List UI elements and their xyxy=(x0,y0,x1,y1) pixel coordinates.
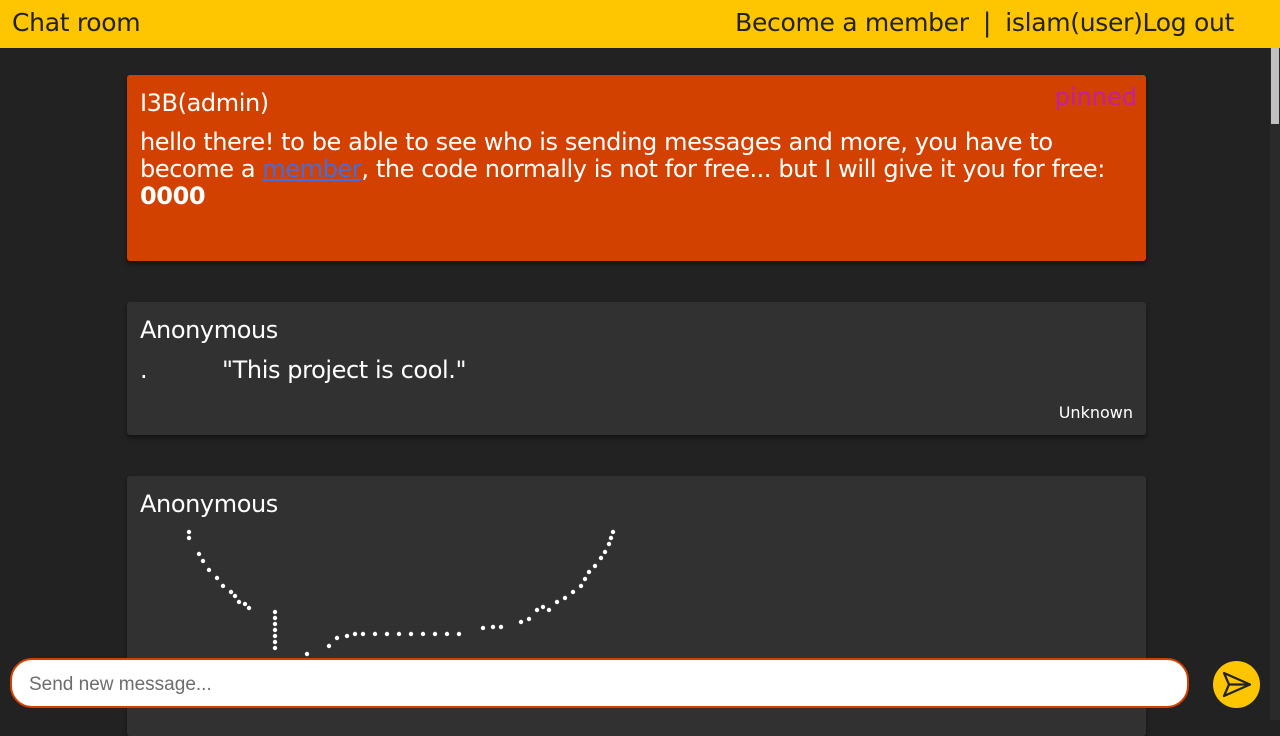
header-actions: Become a member | islam(user) Log out xyxy=(735,8,1234,37)
art-dot xyxy=(384,631,390,637)
art-dot xyxy=(432,631,438,637)
scrollbar[interactable] xyxy=(1270,48,1280,720)
art-dot xyxy=(396,631,402,637)
art-dot xyxy=(610,529,616,535)
art-dot xyxy=(540,604,546,610)
art-dot xyxy=(562,595,568,601)
art-dot xyxy=(480,625,486,631)
message-author: Anonymous xyxy=(140,316,278,344)
message-prefix: . xyxy=(140,356,148,384)
app-title: Chat room xyxy=(12,8,141,37)
art-dot xyxy=(602,549,608,555)
become-member-link[interactable]: Become a member xyxy=(735,8,969,37)
art-dot xyxy=(570,589,576,595)
art-dot xyxy=(326,643,332,649)
art-dot xyxy=(518,619,524,625)
art-dot xyxy=(408,631,414,637)
art-dot xyxy=(352,631,358,637)
art-dot xyxy=(420,631,426,637)
message-text: hello there! to be able to see who is se… xyxy=(140,129,1133,210)
header-separator: | xyxy=(982,7,992,38)
art-dot xyxy=(360,631,366,637)
art-dot xyxy=(214,575,220,581)
art-dot xyxy=(546,607,552,613)
art-dot xyxy=(236,599,242,605)
send-arrow-icon xyxy=(1222,671,1252,698)
message-text: . "This project is cool." xyxy=(140,356,1133,384)
art-dot xyxy=(592,563,598,569)
send-button[interactable] xyxy=(1213,661,1260,708)
art-dot xyxy=(232,593,238,599)
message-quote: "This project is cool." xyxy=(222,356,467,384)
art-dot xyxy=(344,633,350,639)
art-dot xyxy=(272,615,278,621)
art-dot xyxy=(272,633,278,639)
art-dot xyxy=(578,583,584,589)
art-dot xyxy=(582,576,588,582)
message-card: Anonymous . "This project is cool." Unkno… xyxy=(127,302,1146,435)
top-bar: Chat room Become a member | islam(user) … xyxy=(0,0,1280,48)
logout-link[interactable]: Log out xyxy=(1143,8,1235,37)
art-dot xyxy=(456,631,462,637)
art-dot xyxy=(444,631,450,637)
art-dot xyxy=(606,541,612,547)
art-dot xyxy=(186,529,192,535)
pinned-message: I3B(admin) pinned hello there! to be abl… xyxy=(127,75,1146,261)
message-input[interactable] xyxy=(27,670,1171,700)
member-code: 0000 xyxy=(140,182,206,210)
message-text-end: , the code normally is not for free... b… xyxy=(361,155,1105,183)
art-dot xyxy=(242,601,248,607)
art-dot xyxy=(186,535,192,541)
art-dot xyxy=(498,624,504,630)
art-dot xyxy=(228,589,234,595)
art-dot xyxy=(220,583,226,589)
art-dot xyxy=(372,631,378,637)
art-dot xyxy=(490,624,496,630)
member-link[interactable]: member xyxy=(262,155,361,183)
message-footer: Unknown xyxy=(1058,403,1133,422)
art-dot xyxy=(554,599,560,605)
message-composer[interactable] xyxy=(10,658,1189,708)
art-dot xyxy=(206,567,212,573)
art-dot xyxy=(534,607,540,613)
art-dot xyxy=(246,605,252,611)
message-author: I3B(admin) xyxy=(140,89,269,117)
art-dot xyxy=(586,569,592,575)
art-dot xyxy=(272,609,278,615)
art-dot xyxy=(196,551,202,557)
pinned-badge: pinned xyxy=(1054,83,1137,111)
art-dot xyxy=(272,621,278,627)
art-dot xyxy=(304,651,310,657)
art-dot xyxy=(200,558,206,564)
art-dot xyxy=(334,635,340,641)
art-dot xyxy=(272,627,278,633)
art-dot xyxy=(608,535,614,541)
art-dot xyxy=(272,639,278,645)
scrollbar-thumb[interactable] xyxy=(1271,48,1279,124)
art-dot xyxy=(526,616,532,622)
art-dot xyxy=(598,555,604,561)
current-user: islam(user) xyxy=(1005,8,1143,37)
art-dot xyxy=(272,645,278,651)
